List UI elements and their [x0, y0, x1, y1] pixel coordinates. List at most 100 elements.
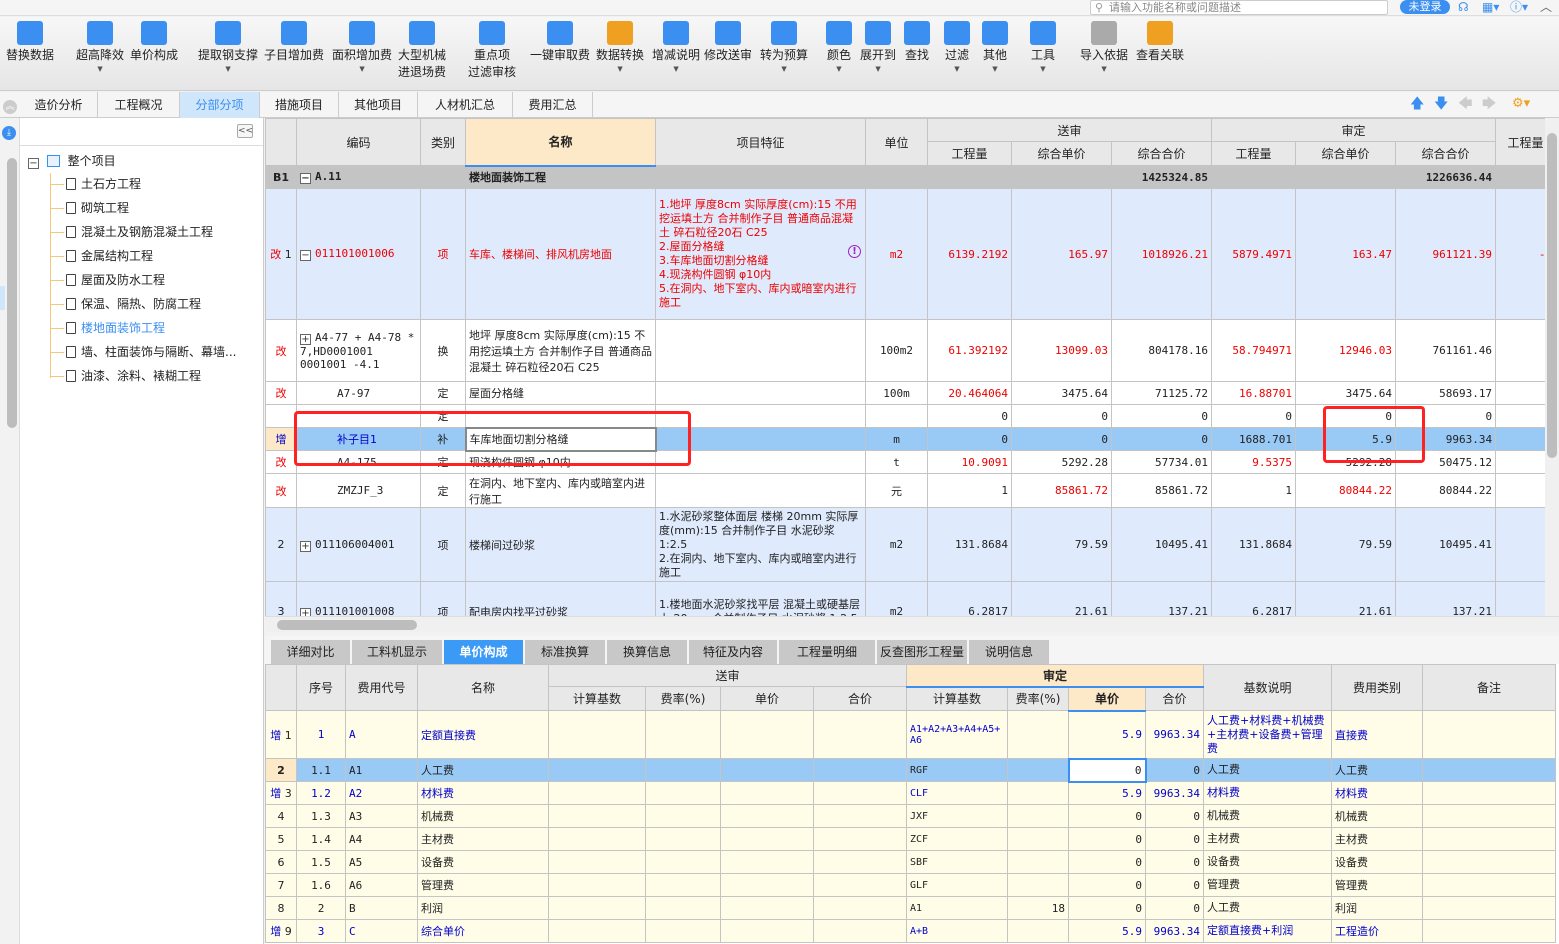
price-row[interactable]: 增 9 3 C 综合单价 A+B 5.9 9963.34 定额直接费+利润 工程造价	[265, 919, 1557, 943]
cell-unit[interactable]	[865, 404, 928, 428]
collapse-icon[interactable]: −	[300, 250, 311, 261]
dropdown-arrow-icon[interactable]: ▼	[1030, 64, 1056, 74]
cell-desc[interactable]: 定额直接费+利润	[1203, 919, 1333, 943]
pc-header-s-price[interactable]: 单价	[720, 686, 814, 711]
cell-s-total[interactable]: 10495.41	[1110, 507, 1213, 582]
cell-name[interactable]: 配电房内找平过砂浆	[465, 581, 656, 616]
cell-s-price[interactable]: 0	[1011, 404, 1112, 428]
cell-a-total[interactable]: 1226636.44	[1395, 165, 1497, 189]
cell-a-price[interactable]: 79.59	[1295, 507, 1397, 582]
grid-row[interactable]: 2 +011106004001 项楼梯间过砂浆 1.水泥砂浆整体面层 楼梯 20mm …	[265, 507, 1545, 582]
cell-s-total[interactable]: 71125.72	[1110, 381, 1213, 405]
header-code[interactable]: 编码	[296, 118, 421, 166]
cell-s-rate[interactable]	[645, 896, 721, 920]
cell-a-base[interactable]: GLF	[906, 873, 1009, 897]
cell-s-base[interactable]	[548, 850, 646, 874]
cell-unit[interactable]: 元	[865, 473, 928, 508]
cell-s-total[interactable]: 0	[1110, 404, 1213, 428]
grid-row[interactable]: 3 +011101001008 项配电房内找平过砂浆 1.楼地面水泥砂浆找平层 混凝土…	[265, 581, 1545, 616]
cell-a-price[interactable]: 3475.64	[1295, 381, 1397, 405]
cell-code[interactable]: A3	[345, 804, 418, 828]
cell-a-qty[interactable]: 5879.4971	[1211, 188, 1297, 320]
cell-s-price[interactable]: 79.59	[1011, 507, 1112, 582]
pc-header-code[interactable]: 费用代号	[345, 664, 418, 711]
ribbon-button-1[interactable]: 超高降效 ▼	[76, 21, 124, 74]
tree-item[interactable]: 楼地面装饰工程	[66, 320, 165, 336]
cell-code[interactable]: +011101001008	[296, 581, 421, 616]
cell-a-rate[interactable]: 18	[1007, 896, 1070, 920]
cell-s-rate[interactable]	[645, 850, 721, 874]
tree-item[interactable]: 墙、柱面装饰与隔断、幕墙...	[66, 344, 236, 360]
move-left-icon[interactable]: 🡄	[1458, 97, 1472, 111]
info-icon[interactable]: ⓘ▾	[1510, 0, 1528, 14]
cell-a-qty[interactable]: 58.794971	[1211, 319, 1297, 382]
cell-extra[interactable]	[1495, 404, 1545, 428]
price-row[interactable]: 5 1.4 A4 主材费 ZCF 0 0 主材费 主材费	[265, 827, 1557, 851]
detail-tab-3[interactable]: 标准换算	[525, 640, 605, 664]
collapse-tree-button[interactable]: <<	[237, 124, 253, 138]
header-approve-total[interactable]: 综合合价	[1395, 141, 1497, 166]
tree-item[interactable]: 金属结构工程	[66, 248, 153, 264]
cell-s-rate[interactable]	[645, 804, 721, 828]
cell-extra[interactable]	[1495, 581, 1545, 616]
move-down-icon[interactable]: 🡇	[1434, 97, 1448, 111]
cell-unit[interactable]: m	[865, 427, 928, 451]
ribbon-button-19[interactable]: 导入依据 ▼	[1080, 21, 1128, 74]
cell-seq[interactable]: 1.2	[296, 781, 346, 805]
cell-desc[interactable]: 人工费+材料费+机械费+主材费+设备费+管理费	[1203, 710, 1333, 759]
cell-s-price[interactable]: 5292.28	[1011, 450, 1112, 474]
cell-name[interactable]: 设备费	[417, 850, 549, 874]
move-right-icon[interactable]: 🡆	[1482, 97, 1496, 111]
cell-s-total[interactable]: 1018926.21	[1110, 188, 1213, 320]
tree-item[interactable]: 保温、隔热、防腐工程	[66, 296, 201, 312]
cell-a-price[interactable]: 12946.03	[1295, 319, 1397, 382]
cell-unit[interactable]: 100m2	[865, 319, 928, 382]
cell-s-price[interactable]: 3475.64	[1011, 381, 1112, 405]
grid-row[interactable]: 改 ZMZJF_3 定在洞内、地下室内、库内或暗室内进行施工元 1 85861.72 85…	[265, 473, 1545, 508]
cell-desc[interactable]: 管理费	[1203, 873, 1333, 897]
detail-tab-5[interactable]: 特征及内容	[689, 640, 777, 664]
cell-s-qty[interactable]: 0	[927, 427, 1012, 451]
cell-s-price[interactable]	[720, 850, 814, 874]
cell-a-price[interactable]: 163.47	[1295, 188, 1397, 320]
grid-row[interactable]: 改 A7-97 定屋面分格缝 100m 20.464064 3475.64 71125.72…	[265, 381, 1545, 405]
grid-horizontal-scrollbar[interactable]	[265, 616, 1559, 632]
expand-icon[interactable]: +	[300, 333, 311, 345]
detail-tab-7[interactable]: 反查图形工程量	[877, 640, 967, 664]
cell-code[interactable]: +011106004001	[296, 507, 421, 582]
dropdown-arrow-icon[interactable]: ▼	[982, 64, 1008, 74]
cell-s-base[interactable]	[548, 804, 646, 828]
ribbon-button-14[interactable]: 展开到 ▼	[860, 21, 896, 74]
cell-category[interactable]: 利润	[1331, 896, 1424, 920]
pc-header-desc[interactable]: 基数说明	[1203, 664, 1333, 711]
cell-a-base[interactable]: CLF	[906, 781, 1009, 805]
tab-0[interactable]: 造价分析	[20, 92, 98, 118]
cell-s-base[interactable]	[548, 896, 646, 920]
cell-a-base[interactable]: A+B	[906, 919, 1009, 943]
cell-a-total[interactable]: 0	[1145, 850, 1205, 874]
pc-header-a-total[interactable]: 合价	[1145, 686, 1205, 711]
cell-a-qty[interactable]: 9.5375	[1211, 450, 1297, 474]
dropdown-arrow-icon[interactable]: ▼	[596, 64, 644, 74]
cell-a-total[interactable]: 58693.17	[1395, 381, 1497, 405]
cell-name[interactable]: 综合单价	[417, 919, 549, 943]
cell-note[interactable]	[1422, 850, 1557, 874]
cell-s-price[interactable]: 85861.72	[1011, 473, 1112, 508]
cell-a-total[interactable]: 0	[1145, 804, 1205, 828]
grid-row[interactable]: B1− A.11 楼地面装饰工程 1425324.85 1226636.44	[265, 165, 1545, 189]
cell-name[interactable]: 管理费	[417, 873, 549, 897]
cell-extra[interactable]	[1495, 450, 1545, 474]
cell-a-total[interactable]: 80844.22	[1395, 473, 1497, 508]
tab-6[interactable]: 费用汇总	[513, 92, 593, 118]
cell-seq[interactable]: 1.4	[296, 827, 346, 851]
cell-feature[interactable]	[655, 473, 866, 508]
detail-tab-8[interactable]: 说明信息	[969, 640, 1049, 664]
header-submit-total[interactable]: 综合合价	[1110, 141, 1213, 166]
cell-a-price[interactable]: 5.9	[1068, 781, 1147, 805]
dropdown-arrow-icon[interactable]: ▼	[860, 64, 896, 74]
cell-a-rate[interactable]	[1007, 850, 1070, 874]
cell-s-price[interactable]	[720, 896, 814, 920]
pc-header-note[interactable]: 备注	[1422, 664, 1557, 711]
function-search-input[interactable]: ⚲ 请输入功能名称或问题描述	[1090, 0, 1388, 15]
cell-seq[interactable]: 2	[296, 896, 346, 920]
